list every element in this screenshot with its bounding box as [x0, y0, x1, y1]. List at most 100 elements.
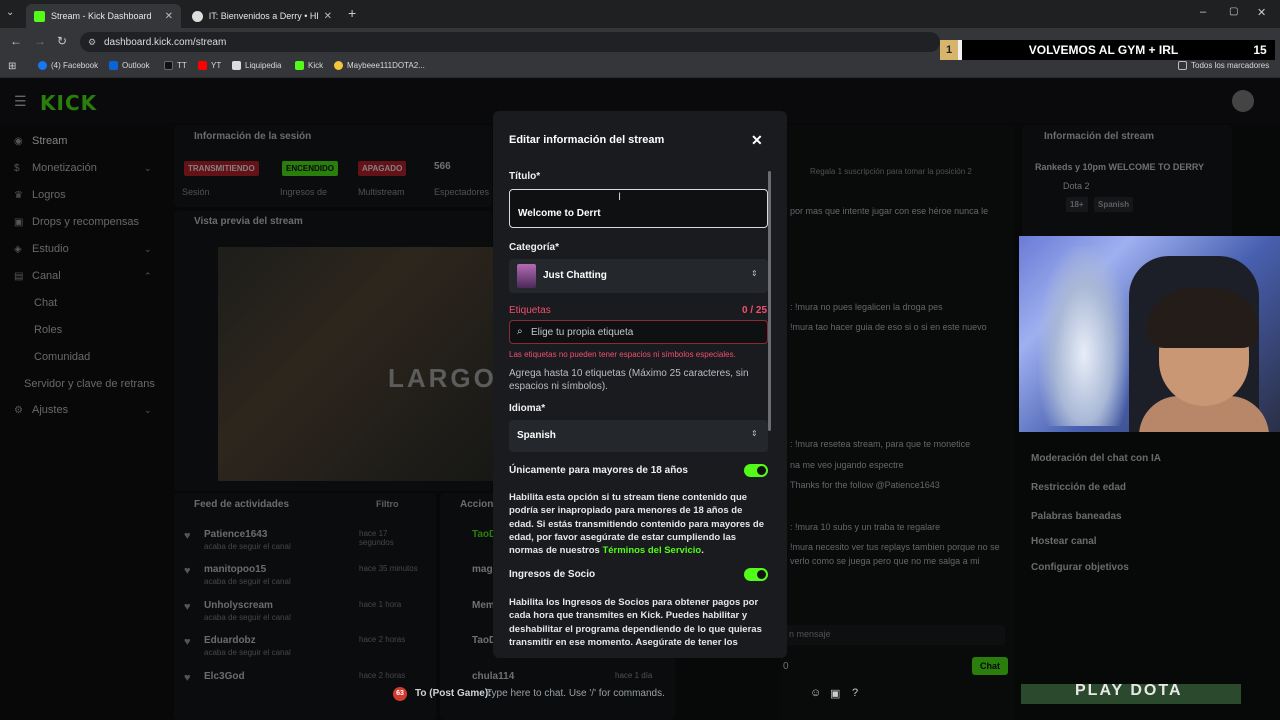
- bookmark-kick[interactable]: Kick: [295, 61, 323, 70]
- bookmark-liquipedia[interactable]: Liquipedia: [232, 61, 281, 70]
- sidebar-sub-servidor[interactable]: Servidor y clave de retrans: [24, 378, 155, 390]
- help-icon[interactable]: ?: [852, 687, 858, 699]
- minimize-icon[interactable]: –: [1200, 6, 1206, 18]
- chat-input-placeholder: n mensaje: [789, 629, 831, 639]
- close-icon[interactable]: ✕: [751, 132, 763, 149]
- tab-list-chevron-icon[interactable]: ⌄: [6, 7, 14, 18]
- new-tab-icon[interactable]: +: [348, 5, 356, 21]
- chat-send-button[interactable]: Chat: [972, 657, 1008, 675]
- avatar[interactable]: [1232, 90, 1254, 112]
- stream-goal-banner: 1 VOLVEMOS AL GYM + IRL 15: [940, 40, 1275, 60]
- tab-hbo[interactable]: IT: Bienvenidos a Derry • HBO M ✕: [184, 4, 340, 28]
- edit-stream-modal: Editar información del stream ✕ Título* …: [493, 111, 787, 658]
- bookmark-youtube[interactable]: YT: [198, 61, 221, 70]
- session-info-panel: Información de la sesión TRANSMITIENDO E…: [174, 125, 492, 207]
- tag-badge: Spanish: [1094, 197, 1134, 212]
- close-tab-icon[interactable]: ✕: [165, 11, 173, 22]
- feed-sub: acaba de seguir el canal: [204, 613, 291, 622]
- bookmark-tiktok[interactable]: TT: [164, 61, 187, 70]
- category-label: Categoría*: [509, 242, 560, 253]
- rp-item-objetivos[interactable]: Configurar objetivos: [1031, 562, 1129, 573]
- all-bookmarks[interactable]: Todos los marcadores: [1178, 61, 1269, 70]
- emoji-icon[interactable]: ☺: [810, 687, 821, 699]
- sidebar-sub-chat[interactable]: Chat: [34, 297, 57, 309]
- terms-link[interactable]: Términos del Servicio: [602, 545, 701, 556]
- emoji-icon: [334, 61, 343, 70]
- site-info-icon[interactable]: ⚙: [88, 37, 96, 48]
- sidebar-item-estudio[interactable]: ◈ Estudio ⌄: [14, 243, 152, 255]
- game-chat-bar: 63 To (Post Game): Type here to chat. Us…: [0, 684, 1280, 704]
- feed-time: hace 17 segundos: [359, 529, 394, 547]
- select-arrows-icon: ⇕: [751, 429, 758, 438]
- facebook-icon: [38, 61, 47, 70]
- sidebar-item-ajustes[interactable]: ⚙ Ajustes ⌄: [14, 404, 152, 416]
- reload-icon[interactable]: ↻: [57, 34, 67, 48]
- modal-scrollbar[interactable]: [768, 171, 771, 431]
- label-espectadores: Espectadores: [434, 187, 490, 197]
- stream-category: Dota 2: [1063, 181, 1090, 191]
- feed-sub: acaba de seguir el canal: [204, 542, 291, 551]
- sidebar-item-monetizacion[interactable]: $ Monetización ⌄: [14, 162, 152, 174]
- apps-icon[interactable]: ⊞: [8, 61, 16, 72]
- sidebar-sub-comunidad[interactable]: Comunidad: [34, 351, 90, 363]
- feed-filter-button[interactable]: Filtro: [376, 499, 399, 509]
- action-time: hace 1 día: [615, 671, 653, 680]
- sidebar-sub-roles[interactable]: Roles: [34, 324, 62, 336]
- actions-title: Accion: [460, 499, 494, 510]
- feed-name: Eduardobz: [204, 635, 256, 646]
- rp-item-restriccion[interactable]: Restricción de edad: [1031, 482, 1126, 493]
- sidebar-item-stream[interactable]: ◉ Stream: [14, 135, 67, 147]
- rp-item-moderacion[interactable]: Moderación del chat con IA: [1031, 453, 1161, 464]
- sidebar-item-label: Logros: [32, 189, 66, 201]
- bookmark-facebook[interactable]: (4) Facebook: [38, 61, 98, 70]
- menu-icon[interactable]: ☰: [14, 93, 27, 110]
- chat-input[interactable]: n mensaje: [785, 625, 1005, 645]
- sidebar-item-drops[interactable]: ▣ Drops y recompensas: [14, 216, 139, 228]
- tags-input[interactable]: ⌕ Elige tu propia etiqueta: [509, 320, 768, 344]
- forward-icon[interactable]: →: [34, 34, 46, 48]
- trophy-icon: ♛: [14, 189, 23, 201]
- heart-icon: ♥: [184, 601, 191, 613]
- tab-kick-dashboard[interactable]: Stream - Kick Dashboard ✕: [26, 4, 181, 28]
- title-input[interactable]: [509, 189, 768, 228]
- heart-icon: ♥: [184, 636, 191, 648]
- feed-sub: acaba de seguir el canal: [204, 648, 291, 657]
- close-window-icon[interactable]: ✕: [1257, 6, 1266, 19]
- kick-logo[interactable]: KICK: [40, 91, 97, 115]
- tags-error: Las etiquetas no pueden tener espacios n…: [509, 350, 736, 359]
- rp-item-hostear[interactable]: Hostear canal: [1031, 536, 1097, 547]
- bookmark-label: Outlook: [122, 61, 150, 70]
- game-chat-hint[interactable]: Type here to chat. Use '/' for commands.: [486, 688, 665, 699]
- back-icon[interactable]: ←: [10, 34, 22, 48]
- sidebar-item-logros[interactable]: ♛ Logros: [14, 189, 66, 201]
- bookmark-label: Maybeee111DOTA2...: [347, 61, 425, 70]
- translate-icon[interactable]: ▣: [830, 687, 840, 700]
- partner-toggle[interactable]: [744, 568, 768, 581]
- status-badge: APAGADO: [358, 161, 407, 176]
- bookmark-maybeee[interactable]: Maybeee111DOTA2...: [334, 61, 425, 70]
- language-label: Idioma*: [509, 403, 546, 414]
- list-item: ♥ Eduardobz acaba de seguir el canal hace 2…: [184, 635, 424, 671]
- list-item: ♥ Unholyscream acaba de seguir el canal hac…: [184, 600, 424, 636]
- feed-name: Unholyscream: [204, 600, 273, 611]
- sidebar-item-canal[interactable]: ▤ Canal ⌃: [14, 270, 152, 282]
- feed-name: Elc3God: [204, 671, 245, 682]
- search-icon: ⌕: [517, 326, 523, 337]
- language-select[interactable]: Spanish ⇕: [509, 420, 768, 452]
- tags-counter: 0 / 25: [742, 305, 768, 316]
- gift-sub-prompt: Regala 1 suscripción para tomar la posic…: [810, 167, 972, 176]
- browser-tab-bar: ⌄ Stream - Kick Dashboard ✕ IT: Bienveni…: [0, 0, 1280, 28]
- url-field[interactable]: ⚙ dashboard.kick.com/stream: [80, 32, 940, 52]
- outlook-icon: [109, 61, 118, 70]
- sidebar-item-label: Stream: [32, 135, 68, 147]
- stream-preview-video[interactable]: LARGO: [218, 247, 494, 481]
- category-select[interactable]: Just Chatting ⇕: [509, 259, 768, 293]
- bookmark-outlook[interactable]: Outlook: [109, 61, 150, 70]
- close-tab-icon[interactable]: ✕: [324, 11, 332, 22]
- maximize-icon[interactable]: ▢: [1229, 6, 1238, 17]
- chat-count-badge: 63: [393, 687, 407, 701]
- bookmark-label: TT: [177, 61, 187, 70]
- adult-toggle[interactable]: [744, 464, 768, 477]
- rp-item-palabras[interactable]: Palabras baneadas: [1031, 511, 1122, 522]
- feed-time: hace 2 horas: [359, 671, 406, 680]
